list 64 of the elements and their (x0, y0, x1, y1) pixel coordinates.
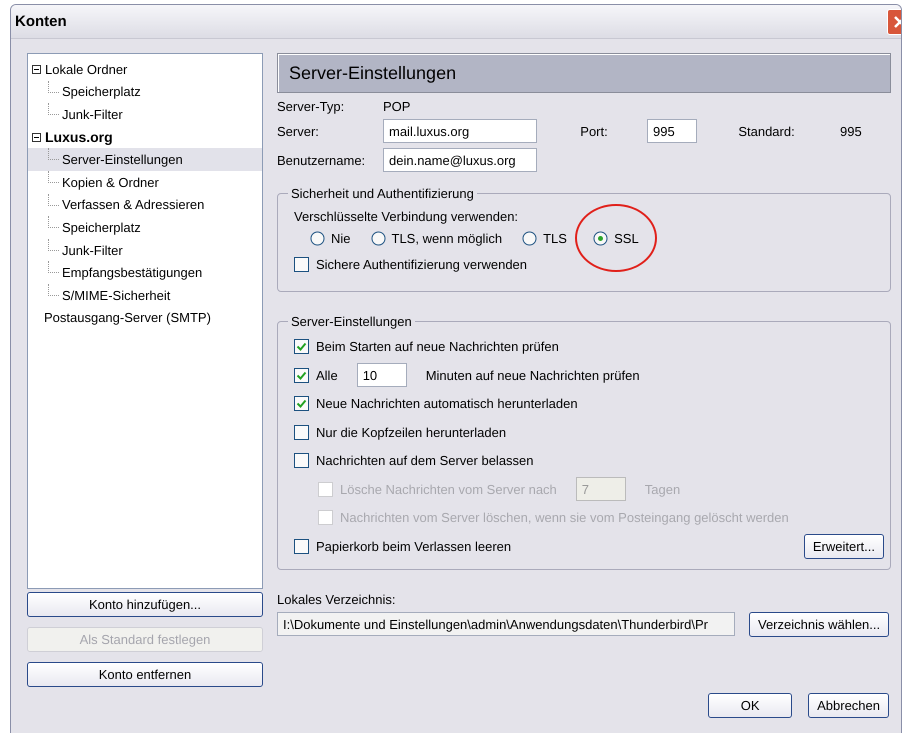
checkbox-label: Alle (316, 368, 338, 383)
checkbox[interactable] (294, 339, 309, 354)
field-suffix: Minuten auf neue Nachrichten prüfen (426, 368, 640, 383)
collapse-icon[interactable] (32, 64, 41, 74)
number-field[interactable]: 10 (356, 363, 407, 388)
tree-item[interactable]: Postausgang-Server (SMTP) (28, 306, 262, 330)
field-suffix: Tagen (644, 482, 680, 497)
radio-label: TLS (543, 230, 567, 246)
field-label: Port: (580, 124, 609, 138)
account-button[interactable]: Konto hinzufügen... (27, 592, 263, 617)
tree-item[interactable]: Speicherplatz (28, 216, 262, 239)
field-label: Lokales Verzeichnis: (277, 592, 397, 606)
checkbox-label: Neue Nachrichten automatisch herunterladen (316, 396, 578, 412)
choose-directory-button[interactable]: Verzeichnis wählen... (749, 612, 890, 636)
group-title: Server-Einstellungen (290, 314, 413, 328)
tree-item[interactable]: Empfangsbestätigungen (28, 261, 262, 284)
server-field[interactable]: mail.luxus.org (383, 119, 537, 143)
tree-item[interactable]: Kopien & Ordner (28, 170, 262, 194)
radio-button[interactable] (593, 230, 608, 246)
checkbox[interactable] (294, 368, 309, 383)
tree-item[interactable]: Junk-Filter (28, 238, 262, 262)
checkbox-label: Papierkorb beim Verlassen leeren (316, 538, 512, 554)
checkbox-label: Nachrichten vom Server löschen, wenn sie vom Posteingang gelöscht werden (340, 510, 789, 526)
dialog-button[interactable]: Abbrechen (808, 692, 889, 718)
radio-button[interactable] (370, 230, 386, 246)
field-label: Standard: (738, 124, 796, 138)
username-field[interactable]: dein.name@luxus.org (383, 148, 537, 172)
field-label: Benutzername: (277, 152, 366, 168)
radio-label: SSL (614, 230, 639, 246)
radio-button[interactable] (310, 230, 325, 246)
advanced-button[interactable]: Erweitert... (804, 534, 884, 559)
server-type-value: POP (383, 99, 412, 114)
window-title: Konten (14, 13, 67, 30)
checkbox[interactable] (294, 538, 309, 554)
tree-item[interactable]: Lokale Ordner (28, 58, 262, 81)
checkbox[interactable] (294, 396, 309, 412)
radio-label: Nie (331, 230, 351, 246)
account-button[interactable]: Konto entfernen (27, 662, 263, 687)
checkbox[interactable] (294, 453, 309, 468)
field-label: Server-Typ: (277, 99, 346, 114)
port-field[interactable]: 995 (647, 119, 698, 143)
tree-item[interactable]: Speicherplatz (28, 80, 262, 104)
radio-prompt: Verschlüsselte Verbindung verwenden: (294, 209, 520, 224)
checkbox-label: Sichere Authentifizierung verwenden (316, 256, 528, 272)
field-label: Server: (277, 124, 320, 138)
checkbox[interactable] (294, 424, 309, 440)
tree-item[interactable]: Server-Einstellungen (28, 148, 262, 171)
tree-item[interactable]: Junk-Filter (28, 103, 262, 126)
checkbox-label: Lösche Nachrichten vom Server nach (340, 482, 557, 497)
standard-port-value: 995 (840, 124, 863, 138)
directory-field[interactable]: I:\Dokumente und Einstellungen\admin\Anwendungsdaten\Thunderbird\Pr (277, 612, 735, 636)
collapse-icon[interactable] (32, 132, 41, 142)
checkbox[interactable] (294, 256, 309, 272)
radio-label: TLS, wenn möglich (392, 230, 502, 246)
tree-item[interactable]: Verfassen & Adressieren (28, 194, 262, 216)
panel-heading: Server-Einstellungen (277, 53, 891, 93)
checkbox-label: Nachrichten auf dem Server belassen (316, 453, 534, 468)
checkbox-label: Beim Starten auf neue Nachrichten prüfen (316, 339, 559, 354)
tree-item[interactable]: Luxus.org (28, 126, 262, 148)
tree-item[interactable]: S/MIME-Sicherheit (28, 284, 262, 307)
radio-button[interactable] (522, 230, 538, 246)
dialog-button[interactable]: OK (708, 692, 792, 718)
group-title: Sicherheit und Authentifizierung (290, 186, 475, 201)
checkbox-label: Nur die Kopfzeilen herunterladen (316, 424, 506, 440)
